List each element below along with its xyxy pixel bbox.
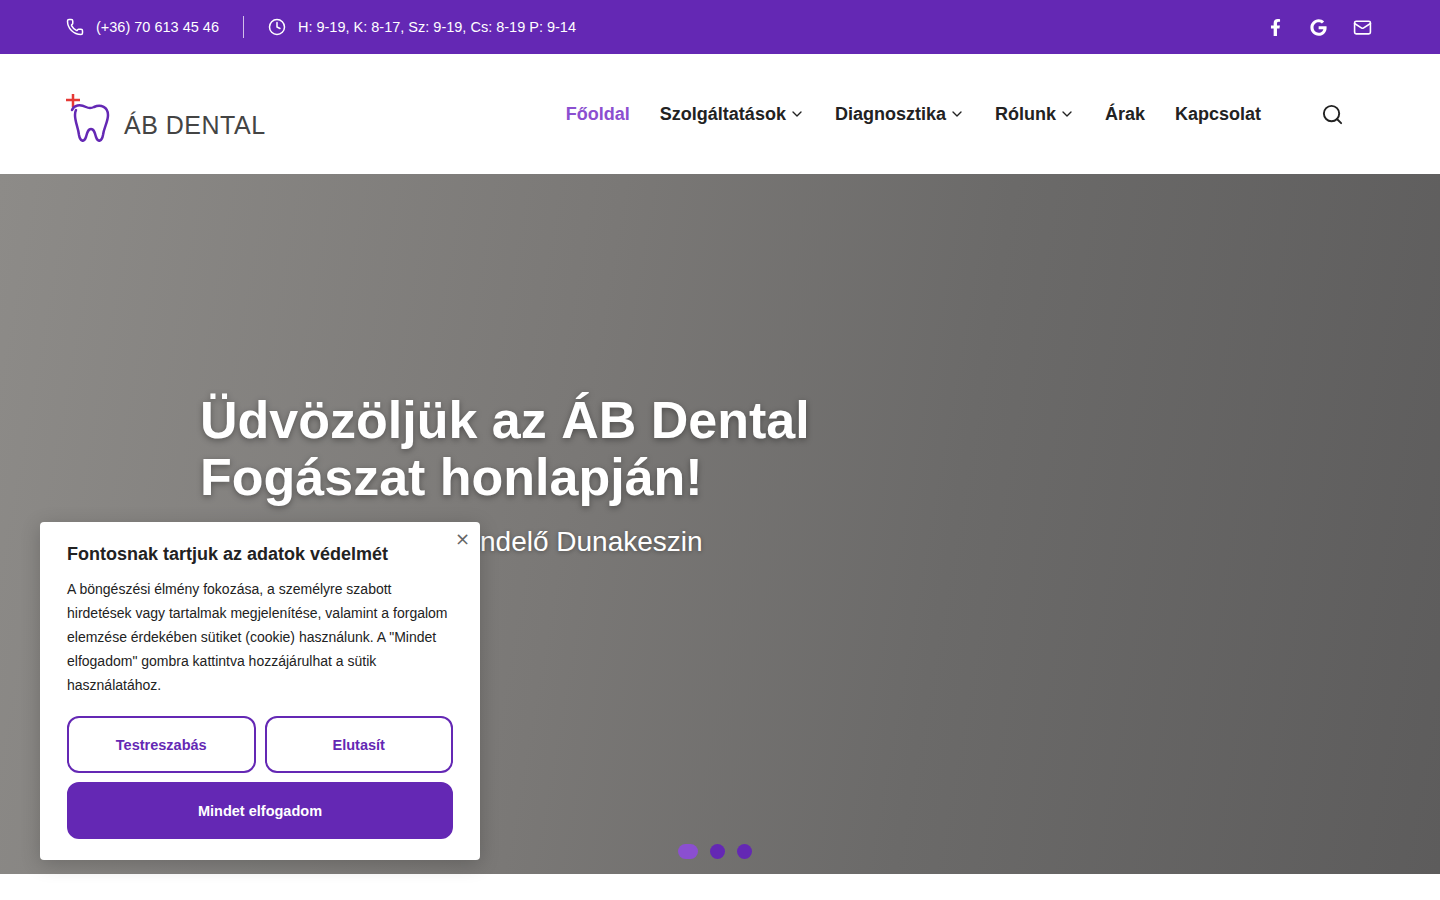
close-button[interactable]: × (455, 530, 470, 548)
chevron-down-icon (789, 106, 805, 122)
tooth-logo-icon (64, 94, 112, 144)
opening-hours: H: 9-19, K: 8-17, Sz: 9-19, Cs: 8-19 P: … (298, 19, 576, 35)
slider-dot[interactable] (678, 844, 698, 859)
header: ÁB DENTAL Főoldal Szolgáltatások Diagnoszti… (0, 54, 1440, 174)
cookie-button[interactable]: Testreszabás (67, 716, 256, 773)
chevron-down-icon (949, 106, 965, 122)
top-bar: (+36) 70 613 45 46 H: 9-19, K: 8-17, Sz: … (0, 0, 1440, 54)
nav-item[interactable]: Szolgáltatások (660, 104, 805, 125)
slider-dots (678, 844, 752, 859)
hero-subtitle: ndelő Dunakeszin (480, 526, 1440, 558)
cookie-dialog: ×Fontosnak tartjuk az adatok védelmét A b… (40, 522, 480, 860)
main-nav: Főoldal Szolgáltatások Diagnosztika Rólunk Á… (566, 103, 1344, 126)
clock-icon (268, 18, 286, 36)
cookie-title: Fontosnak tartjuk az adatok védelmét (67, 544, 453, 565)
slider-dot[interactable] (737, 844, 752, 859)
mail-icon[interactable] (1353, 18, 1372, 37)
slider-dot[interactable] (710, 844, 725, 859)
facebook-icon[interactable] (1267, 19, 1284, 36)
nav-item[interactable]: Főoldal (566, 104, 630, 125)
page: (+36) 70 613 45 46 H: 9-19, K: 8-17, Sz: … (0, 0, 1440, 900)
nav-item[interactable]: Rólunk (995, 104, 1075, 125)
phone-icon (66, 18, 84, 36)
search-icon[interactable] (1321, 103, 1344, 126)
cookie-text: A böngészési élmény fokozása, a személyr… (67, 577, 453, 697)
logo[interactable]: ÁB DENTAL (64, 84, 266, 144)
google-icon[interactable] (1310, 19, 1327, 36)
chevron-down-icon (1059, 106, 1075, 122)
nav-item[interactable]: Diagnosztika (835, 104, 965, 125)
cookie-button[interactable]: Mindet elfogadom (67, 782, 453, 839)
nav-item[interactable]: Árak (1105, 104, 1145, 125)
phone-number[interactable]: (+36) 70 613 45 46 (96, 19, 219, 35)
cookie-button[interactable]: Elutasít (265, 716, 454, 773)
divider (243, 16, 244, 38)
nav-item[interactable]: Kapcsolat (1175, 104, 1261, 125)
hero-title: Üdvözöljük az ÁB DentalFogászat honlapjá… (200, 392, 1440, 506)
